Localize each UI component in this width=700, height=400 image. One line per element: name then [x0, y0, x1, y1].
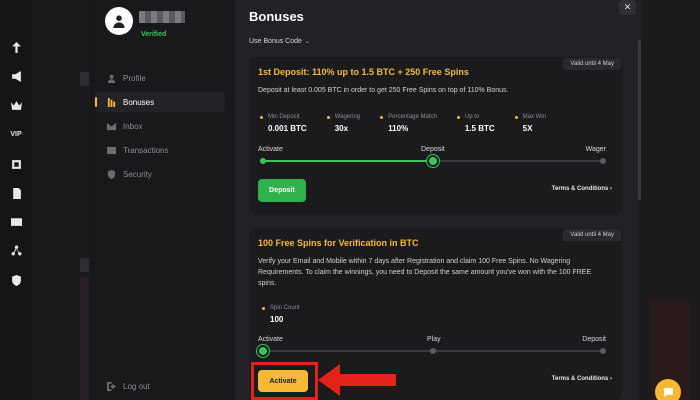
sidebar-item-security[interactable]: Security — [95, 164, 225, 184]
sidebar-item-label: Bonuses — [123, 97, 155, 107]
stat-percentage-match: Percentage Match 110% — [380, 114, 437, 133]
progress-step-dot — [430, 348, 436, 354]
stat-label: Wagering — [334, 114, 361, 120]
progress-step-label: Deposit — [421, 146, 445, 153]
close-icon: ✕ — [623, 2, 632, 12]
sidebar-item-label: Profile — [123, 73, 146, 83]
stat-label: Up to — [464, 114, 480, 120]
stat-max-win: Max Win 5X — [514, 114, 546, 133]
bonus-code-label: Use Bonus Code — [249, 38, 302, 45]
progress-step-dot — [427, 155, 439, 167]
annotation-highlight-box — [251, 362, 318, 400]
terms-link[interactable]: Terms & Conditions › — [552, 376, 612, 382]
bonus-card: Valid until 4 May 1st Deposit: 110% up t… — [250, 57, 622, 214]
vip-label: VIP — [10, 130, 22, 138]
bonus-icon — [107, 97, 116, 107]
promotions-icon[interactable] — [8, 69, 24, 83]
bonus-progress: Activate Deposit Wager — [258, 146, 606, 174]
verified-badge: Verified — [141, 31, 167, 38]
sidebar-item-bonuses[interactable]: Bonuses — [95, 92, 225, 112]
stat-spin-count: Spin Count 100 — [262, 305, 300, 324]
progress-step-dot — [600, 158, 606, 164]
document-icon[interactable] — [8, 186, 24, 200]
wallet-icon[interactable] — [8, 214, 24, 228]
progress-step-label: Deposit — [582, 336, 606, 343]
icon-rail: VIP — [0, 0, 32, 400]
logout-button[interactable]: Log out — [107, 382, 150, 391]
progress-step-dot — [260, 158, 266, 164]
progress-step-label: Wager — [585, 146, 606, 153]
page-title: Bonuses — [249, 9, 304, 24]
profile-header: Verified — [105, 7, 235, 47]
bonus-title: 100 Free Spins for Verification in BTC — [258, 238, 419, 248]
stat-label: Spin Count — [270, 305, 300, 311]
logout-icon — [107, 382, 116, 391]
casino-icon[interactable] — [8, 157, 24, 171]
deposit-button[interactable]: Deposit — [258, 179, 306, 202]
valid-until-badge: Valid until 4 May — [563, 229, 621, 241]
close-button[interactable]: ✕ — [619, 0, 636, 15]
annotation-arrow-icon — [318, 364, 396, 396]
bonus-title: 1st Deposit: 110% up to 1.5 BTC + 250 Fr… — [258, 67, 469, 77]
avatar[interactable] — [105, 7, 133, 35]
user-icon — [113, 15, 125, 28]
crown-icon[interactable] — [8, 98, 24, 112]
progress-step-label: Activate — [258, 146, 283, 153]
username-redacted — [139, 11, 185, 23]
progress-step-label: Play — [427, 336, 441, 343]
sidebar-item-inbox[interactable]: Inbox — [95, 116, 225, 136]
logout-label: Log out — [123, 382, 150, 391]
stat-wagering: Wagering 30x — [326, 114, 361, 133]
bonus-description: Verify your Email and Mobile within 7 da… — [258, 258, 592, 287]
user-icon — [107, 74, 116, 83]
mail-icon — [107, 122, 116, 130]
terms-link[interactable]: Terms & Conditions › — [552, 186, 612, 192]
sidebar-item-label: Transactions — [123, 145, 169, 155]
sidebar-item-profile[interactable]: Profile — [95, 68, 225, 88]
bonus-stats: Min Deposit 0.001 BTC Wagering 30x Perce… — [260, 114, 566, 133]
valid-until-badge: Valid until 4 May — [563, 58, 621, 70]
sidebar-item-label: Security — [123, 169, 152, 179]
account-sidebar — [89, 0, 235, 400]
progress-step-dot — [600, 348, 606, 354]
sidebar-item-transactions[interactable]: Transactions — [95, 140, 225, 160]
stat-label: Max Win — [522, 114, 546, 120]
stat-value: 100 — [270, 315, 284, 324]
sidebar-item-label: Inbox — [123, 121, 143, 131]
stat-min-deposit: Min Deposit 0.001 BTC — [260, 114, 307, 133]
network-icon[interactable] — [8, 243, 24, 257]
use-bonus-code-dropdown[interactable]: Use Bonus Code ⌄ — [249, 38, 310, 45]
scrollbar-thumb[interactable] — [638, 40, 641, 200]
sports-icon[interactable] — [8, 40, 24, 54]
stat-label: Percentage Match — [388, 114, 437, 120]
bonus-description: Deposit at least 0.005 BTC in order to g… — [258, 87, 509, 94]
stat-label: Min Deposit — [268, 114, 300, 120]
progress-step-label: Activate — [258, 336, 283, 343]
chat-icon — [663, 387, 673, 397]
stat-value: 1.5 BTC — [464, 124, 495, 133]
stat-value: 5X — [522, 124, 533, 133]
chevron-down-icon: ⌄ — [304, 39, 310, 45]
vip-icon[interactable]: VIP — [8, 127, 24, 141]
chat-button[interactable] — [655, 379, 681, 400]
shield-icon[interactable] — [8, 273, 24, 287]
sidebar-nav: Profile Bonuses Inbox Transactions Secur… — [95, 68, 225, 188]
bonus-progress: Activate Play Deposit — [257, 336, 606, 364]
progress-fill — [263, 160, 433, 162]
stat-value: 0.001 BTC — [268, 124, 307, 133]
transactions-icon — [107, 146, 116, 154]
progress-step-dot — [257, 345, 269, 357]
stat-value: 110% — [388, 124, 409, 133]
security-icon — [107, 169, 116, 179]
stat-value: 30x — [334, 124, 349, 133]
stat-up-to: Up to 1.5 BTC — [456, 114, 495, 133]
